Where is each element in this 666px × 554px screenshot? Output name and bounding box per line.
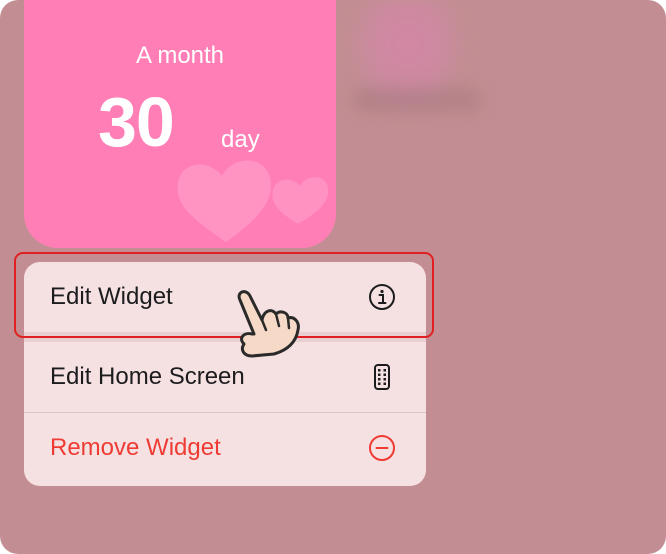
widget-caption: A month [135, 42, 225, 69]
minus-circle-icon [368, 434, 396, 462]
edit-widget-item[interactable]: Edit Widget [24, 262, 426, 332]
remove-widget-label: Remove Widget [50, 434, 221, 461]
edit-home-screen-label: Edit Home Screen [50, 363, 245, 390]
countdown-widget[interactable]: A month 30 day [24, 0, 336, 248]
widget-number: 30 [98, 83, 175, 161]
menu-divider [24, 332, 426, 342]
info-circle-icon [368, 283, 396, 311]
tap-hand-icon [237, 290, 300, 358]
home-screen: A month 30 day Edit Widget Edit Home Scr… [0, 0, 666, 554]
remove-widget-item[interactable]: Remove Widget [24, 413, 426, 483]
phone-apps-icon [368, 363, 396, 391]
hearts-decoration-icon [177, 160, 329, 242]
context-menu: Edit Widget Edit Home Screen Remove Widg… [24, 262, 426, 486]
edit-widget-label: Edit Widget [50, 283, 173, 310]
blurred-app-label [352, 88, 482, 112]
edit-home-screen-item[interactable]: Edit Home Screen [24, 342, 426, 412]
